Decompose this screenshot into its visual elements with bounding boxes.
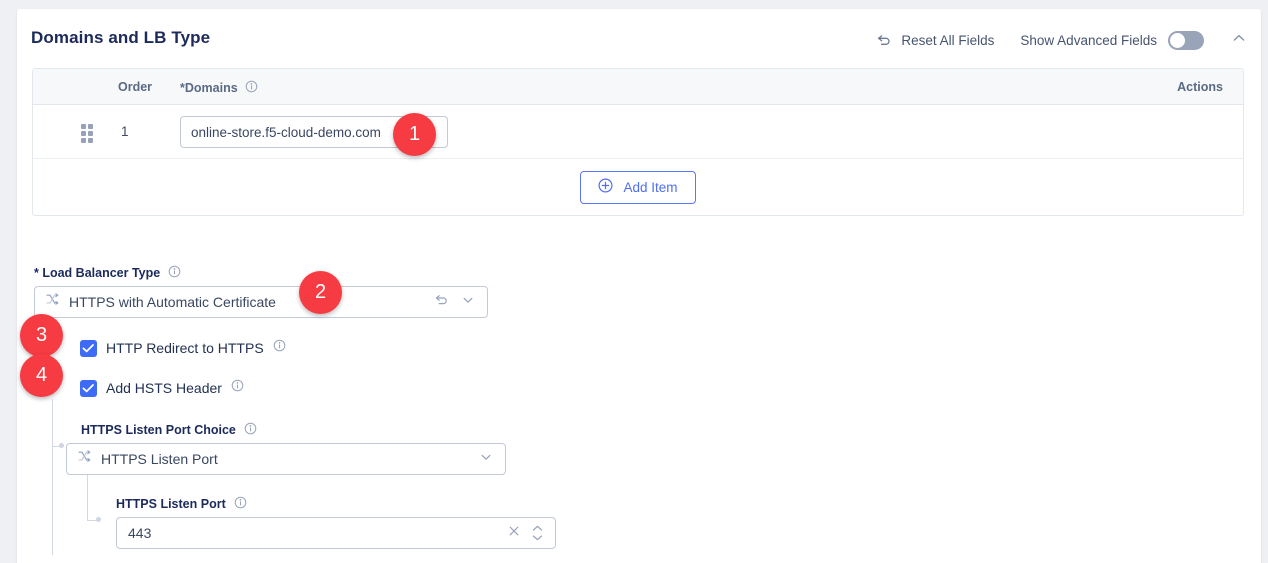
add-hsts-header-label: Add HSTS Header <box>106 380 222 396</box>
collapse-section-button[interactable] <box>1229 30 1249 50</box>
domains-table: Order *Domains Actions 1 online-store.f5… <box>32 68 1244 216</box>
stepper-down-icon <box>532 535 543 541</box>
add-item-label: Add Item <box>623 179 678 195</box>
domains-lb-type-card: Domains and LB Type Reset All Fields Sho… <box>17 9 1261 563</box>
column-header-order: Order <box>118 80 153 94</box>
load-balancer-type-value: HTTPS with Automatic Certificate <box>69 294 276 310</box>
tree-line-horizontal-2 <box>87 520 98 521</box>
table-row: 1 <box>33 105 1243 159</box>
row-order-value: 1 <box>121 124 129 139</box>
info-icon[interactable] <box>234 496 247 512</box>
up-down-stepper-icon[interactable] <box>531 525 544 541</box>
tree-dot-1 <box>59 443 64 448</box>
tree-line-horizontal-1 <box>52 446 61 447</box>
https-listen-port-field[interactable]: 443 <box>116 517 556 549</box>
chevron-up-icon <box>1231 30 1247 51</box>
tree-dot-2 <box>96 517 101 522</box>
info-icon[interactable] <box>245 80 258 96</box>
https-listen-port-label: HTTPS Listen Port <box>116 496 247 512</box>
add-item-button[interactable]: Add Item <box>580 170 696 204</box>
domains-table-header: Order *Domains Actions <box>33 69 1243 105</box>
step-badge-2: 2 <box>299 271 342 314</box>
https-listen-port-choice-select[interactable]: HTTPS Listen Port <box>66 443 506 475</box>
step-badge-3: 3 <box>20 314 63 357</box>
https-listen-port-choice-value: HTTPS Listen Port <box>101 451 218 467</box>
chevron-down-icon[interactable] <box>461 293 475 312</box>
reset-all-fields-button[interactable]: Reset All Fields <box>875 32 1020 49</box>
chevron-down-icon[interactable] <box>479 450 493 469</box>
load-balancer-type-label: * Load Balancer Type <box>34 265 181 281</box>
http-redirect-to-https-row[interactable]: HTTP Redirect to HTTPS <box>80 339 286 357</box>
info-icon[interactable] <box>273 339 286 357</box>
page-title: Domains and LB Type <box>31 28 211 47</box>
plus-circle-icon <box>598 178 613 196</box>
http-redirect-to-https-checkbox[interactable] <box>80 339 97 357</box>
tree-line-vertical-outer <box>52 399 53 555</box>
show-advanced-fields-toggle[interactable] <box>1168 30 1204 50</box>
toggle-knob <box>1170 32 1185 48</box>
checkmark-icon <box>82 343 94 352</box>
card-header: Domains and LB Type Reset All Fields Sho… <box>17 9 1261 71</box>
load-balancer-type-select[interactable]: HTTPS with Automatic Certificate <box>34 286 488 318</box>
undo-arrow-icon <box>875 32 892 49</box>
column-header-domains-label: *Domains <box>180 81 238 95</box>
branch-shuffle-icon <box>77 449 92 469</box>
close-x-icon[interactable] <box>507 524 521 543</box>
info-icon[interactable] <box>231 379 244 397</box>
https-listen-port-value: 443 <box>128 525 152 541</box>
step-badge-1: 1 <box>393 113 436 156</box>
branch-shuffle-icon <box>45 292 60 312</box>
column-header-domains: *Domains <box>180 80 258 96</box>
tree-line-vertical-inner <box>87 475 88 520</box>
stepper-up-icon <box>532 525 543 531</box>
info-icon[interactable] <box>244 422 257 438</box>
checkmark-icon <box>82 383 94 392</box>
https-listen-port-choice-label-text: HTTPS Listen Port Choice <box>81 423 236 437</box>
https-listen-port-label-text: HTTPS Listen Port <box>116 497 226 511</box>
drag-handle-icon[interactable] <box>81 124 95 143</box>
step-badge-4: 4 <box>20 354 63 397</box>
add-hsts-header-row[interactable]: Add HSTS Header <box>80 379 244 397</box>
load-balancer-type-label-text: * Load Balancer Type <box>34 266 161 280</box>
show-advanced-fields-label: Show Advanced Fields <box>1020 32 1157 48</box>
http-redirect-to-https-label: HTTP Redirect to HTTPS <box>106 340 264 356</box>
https-listen-port-choice-label: HTTPS Listen Port Choice <box>81 422 257 438</box>
column-header-actions: Actions <box>1177 80 1223 94</box>
info-icon[interactable] <box>168 265 181 281</box>
add-hsts-header-checkbox[interactable] <box>80 379 97 397</box>
header-actions: Reset All Fields Show Advanced Fields <box>875 30 1249 50</box>
reset-all-fields-label: Reset All Fields <box>901 32 995 48</box>
page-root: Domains and LB Type Reset All Fields Sho… <box>0 0 1268 563</box>
undo-arrow-icon[interactable] <box>433 292 449 313</box>
add-item-row: Add Item <box>33 159 1243 215</box>
